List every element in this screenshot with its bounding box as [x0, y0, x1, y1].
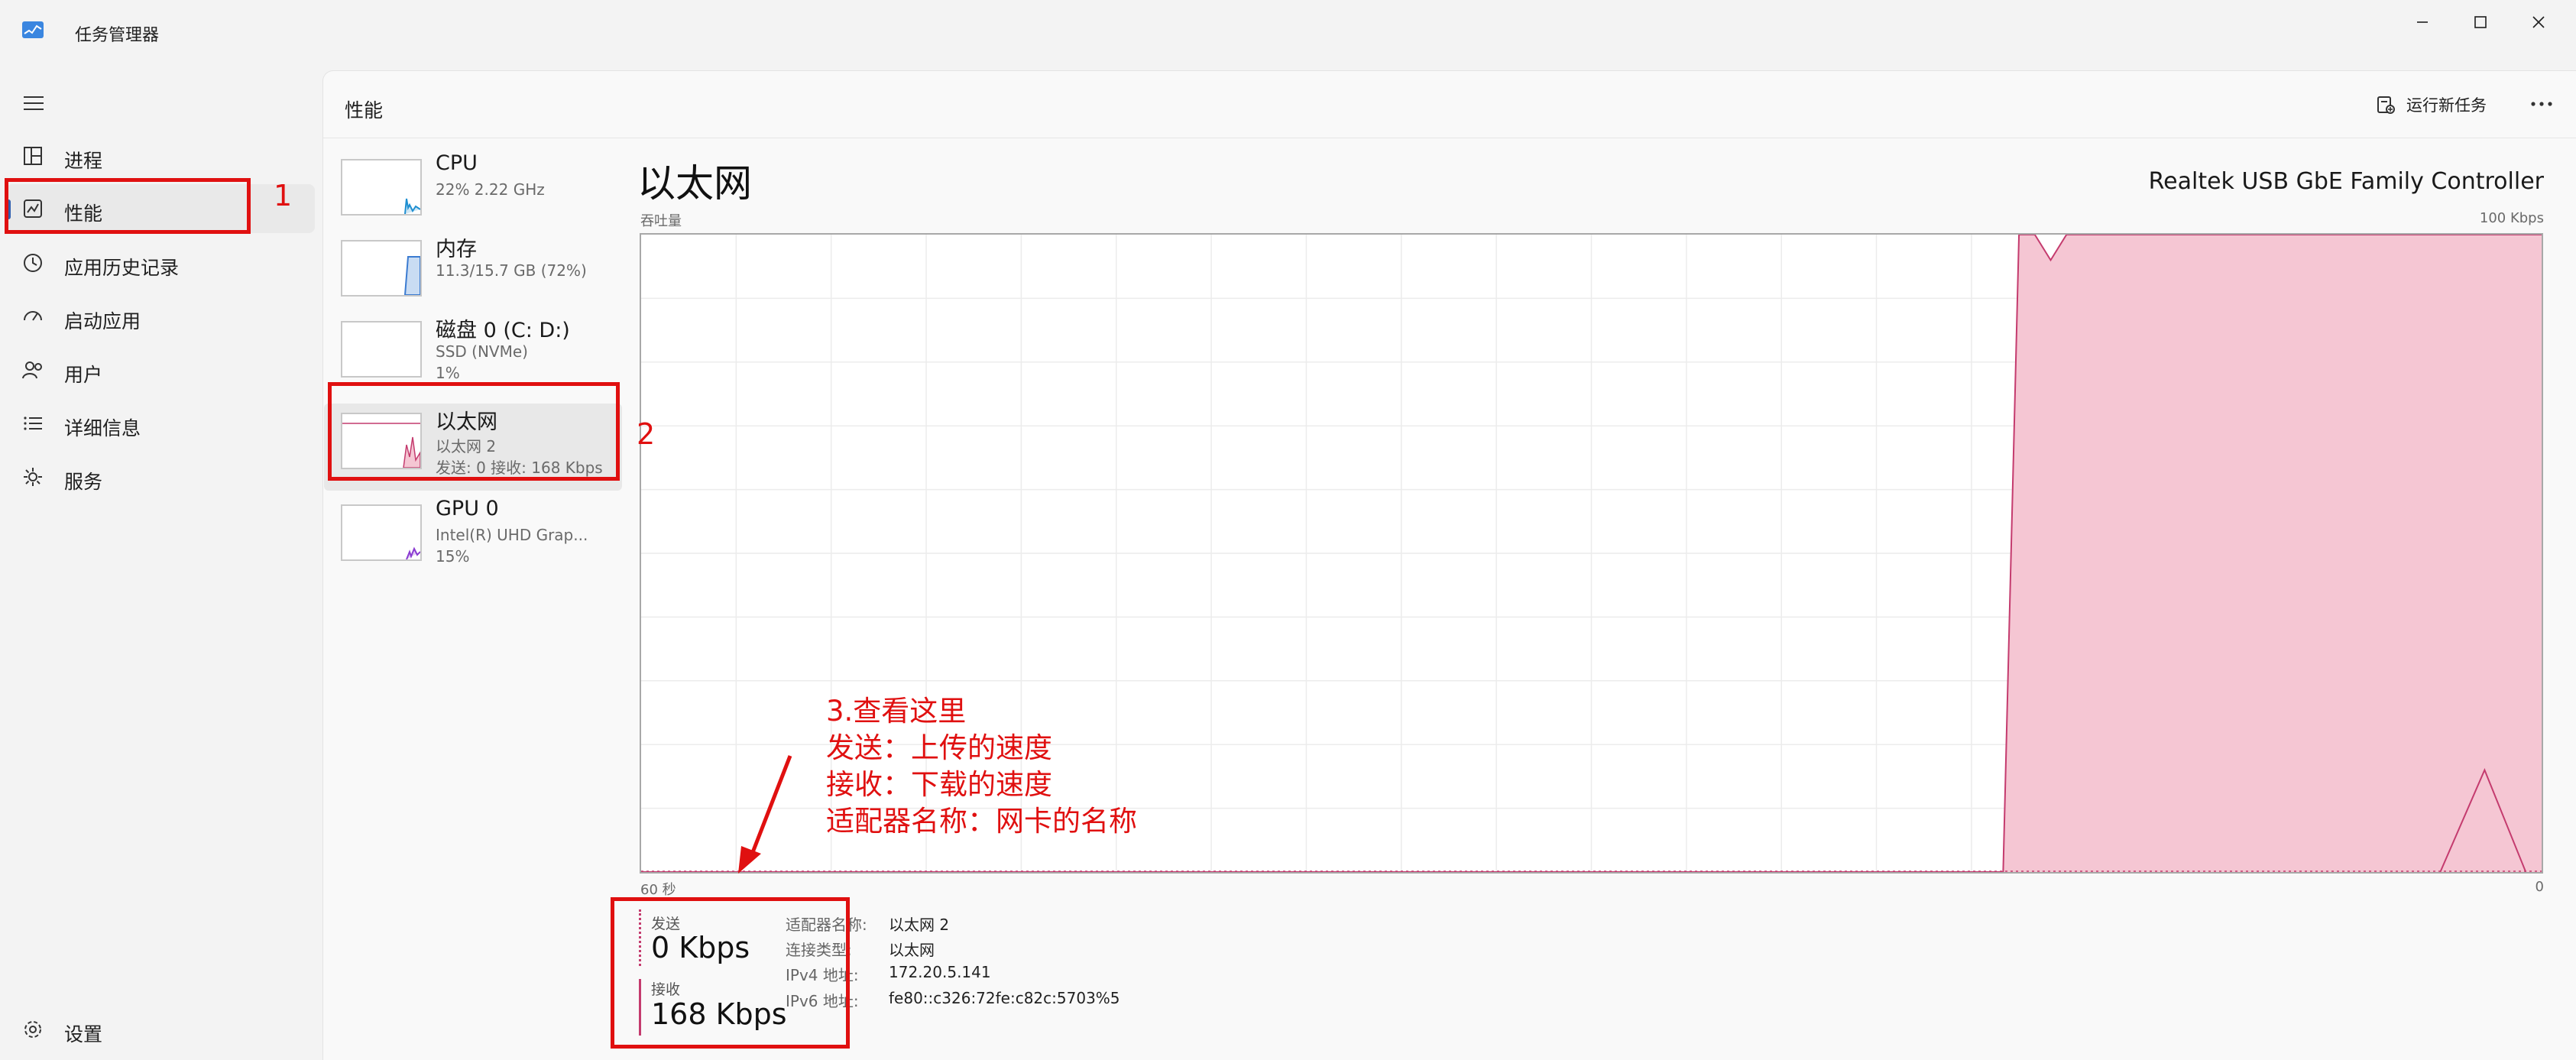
- more-icon: [2531, 102, 2552, 106]
- settings-icon: [24, 1021, 41, 1038]
- resource-name: CPU: [436, 151, 478, 175]
- nav-item-startup-apps[interactable]: 启动应用: [6, 292, 315, 341]
- resource-name: GPU 0: [436, 497, 499, 520]
- adapter-name-value: 以太网 2: [889, 916, 950, 934]
- annotation-box-3: [611, 897, 850, 1049]
- processes-icon: [24, 147, 42, 165]
- memory-thumbnail: [341, 240, 422, 297]
- nav-item-processes[interactable]: 进程: [6, 131, 315, 180]
- annotation-number-2: 2: [637, 417, 656, 451]
- nav-item-settings[interactable]: 设置: [6, 1005, 315, 1054]
- ipv4-value: 172.20.5.141: [889, 963, 991, 981]
- close-icon: [2532, 16, 2545, 28]
- resource-detail: 11.3/15.7 GB (72%): [436, 261, 587, 280]
- resource-detail: 15%: [436, 547, 470, 566]
- users-icon: [22, 361, 42, 379]
- hamburger-menu-icon[interactable]: [21, 92, 46, 115]
- services-icon: [24, 468, 42, 486]
- app-history-icon: [24, 254, 42, 272]
- resource-detail: 22% 2.22 GHz: [436, 180, 545, 199]
- ipv6-value: fe80::c326:72fe:c82c:5703%5: [889, 989, 1120, 1007]
- annotation-line: 3.查看这里: [826, 695, 967, 728]
- x-left-label: 60 秒: [640, 882, 676, 898]
- annotation-line: 适配器名称：网卡的名称: [826, 805, 1137, 838]
- resource-item-gpu[interactable]: GPU 0 Intel(R) UHD Grap... 15%: [324, 495, 622, 582]
- nav-label: 设置: [64, 1023, 103, 1045]
- run-new-task-button[interactable]: 运行新任务: [2376, 89, 2487, 120]
- detail-title: 以太网: [637, 161, 752, 206]
- resource-item-memory[interactable]: 内存 11.3/15.7 GB (72%): [324, 231, 622, 318]
- close-button[interactable]: [2502, 0, 2575, 44]
- cpu-thumbnail: [341, 159, 422, 216]
- resource-detail: 1%: [436, 364, 460, 382]
- annotation-line: 接收：下载的速度: [826, 768, 1052, 801]
- nav-item-details[interactable]: 详细信息: [6, 399, 315, 448]
- resource-name: 磁盘 0 (C: D:): [436, 319, 570, 342]
- task-manager-icon: [22, 21, 44, 38]
- nav-label: 进程: [64, 150, 103, 172]
- maximize-icon: [2474, 16, 2487, 28]
- annotation-box-2: [328, 382, 620, 481]
- annotation-line: 发送：上传的速度: [826, 731, 1052, 764]
- x-right-label: 0: [2535, 879, 2544, 895]
- run-task-label: 运行新任务: [2406, 96, 2487, 115]
- startup-apps-icon: [24, 311, 42, 321]
- y-max-label: 100 Kbps: [2479, 210, 2544, 226]
- adapter-name: Realtek USB GbE Family Controller: [2148, 168, 2544, 195]
- nav-item-users[interactable]: 用户: [6, 345, 315, 394]
- details-icon: [24, 417, 42, 430]
- nav-label: 启动应用: [64, 310, 141, 332]
- minimize-icon: [2417, 21, 2428, 23]
- more-options-button[interactable]: [2523, 86, 2561, 122]
- throughput-label: 吞吐量: [640, 213, 682, 229]
- disk-thumbnail: [341, 321, 422, 378]
- nav-label: 应用历史记录: [64, 257, 180, 279]
- nav-item-services[interactable]: 服务: [6, 452, 315, 501]
- app-title: 任务管理器: [75, 26, 160, 45]
- annotation-box-1: [5, 178, 251, 234]
- nav-label: 服务: [64, 471, 103, 493]
- resource-item-cpu[interactable]: CPU 22% 2.22 GHz: [324, 150, 622, 237]
- title-bar: 任务管理器: [0, 0, 2576, 69]
- page-title: 性能: [345, 99, 384, 122]
- resource-detail: Intel(R) UHD Grap...: [436, 526, 588, 544]
- annotation-arrow-icon: [738, 755, 792, 874]
- annotation-number-1: 1: [274, 179, 293, 212]
- connection-type-value: 以太网: [889, 941, 935, 959]
- resource-detail: SSD (NVMe): [436, 342, 528, 361]
- run-task-icon: [2377, 96, 2395, 114]
- nav-label: 用户: [64, 364, 103, 386]
- gpu-thumbnail: [341, 504, 422, 561]
- nav-item-app-history[interactable]: 应用历史记录: [6, 238, 315, 287]
- resource-name: 内存: [436, 238, 477, 261]
- nav-label: 详细信息: [64, 417, 141, 439]
